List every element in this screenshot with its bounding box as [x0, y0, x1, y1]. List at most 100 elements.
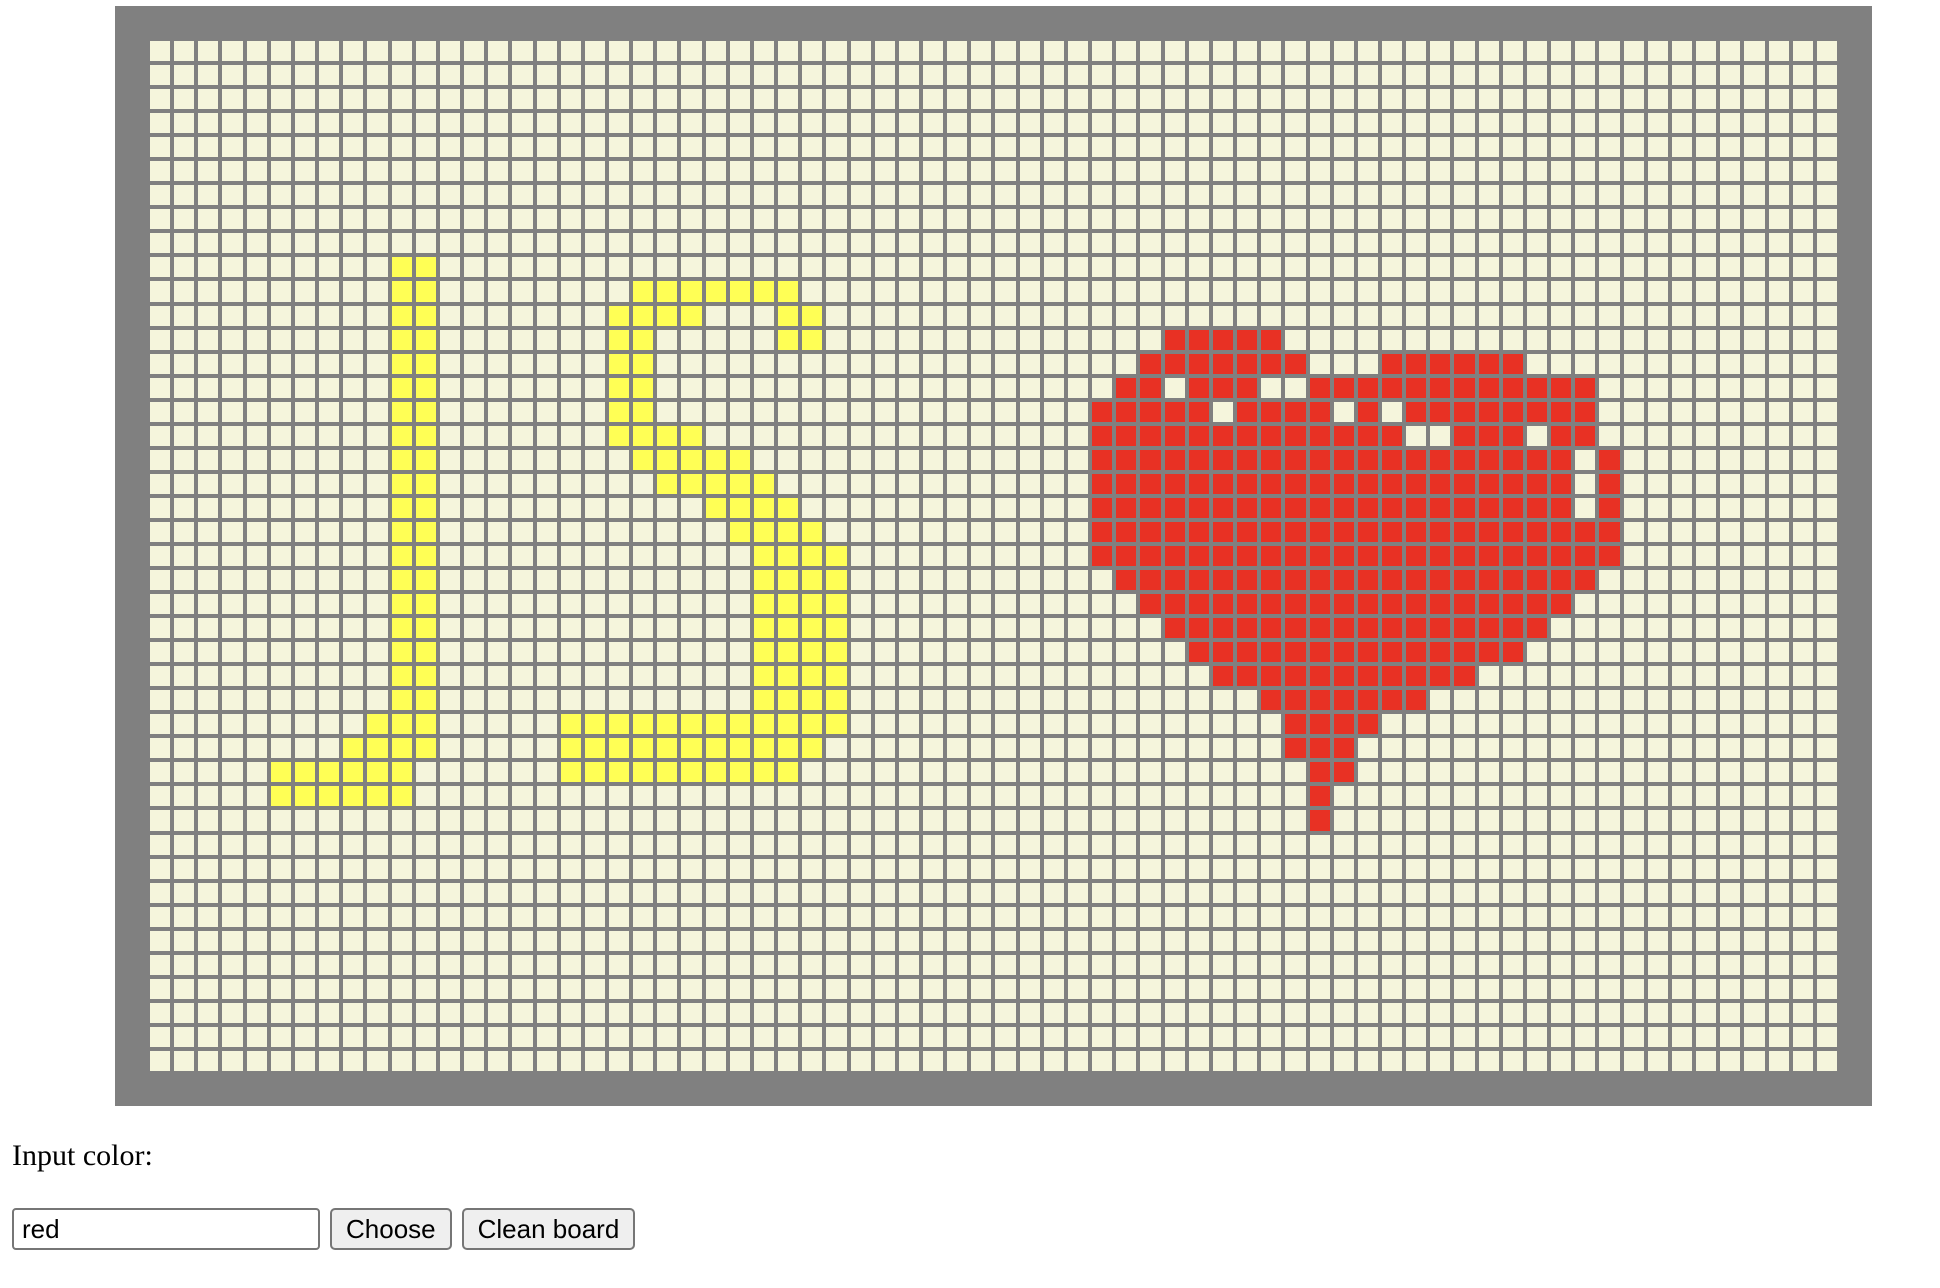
pixel-cell[interactable] — [437, 880, 463, 905]
pixel-cell[interactable] — [148, 592, 173, 617]
pixel-cell[interactable] — [172, 592, 197, 617]
pixel-cell[interactable] — [1259, 543, 1284, 569]
pixel-cell[interactable] — [1549, 135, 1574, 160]
pixel-cell[interactable] — [389, 39, 414, 64]
pixel-cell[interactable] — [1186, 832, 1211, 857]
pixel-cell[interactable] — [679, 447, 704, 472]
pixel-cell[interactable] — [341, 135, 366, 160]
pixel-cell[interactable] — [993, 880, 1018, 905]
pixel-cell[interactable] — [969, 303, 994, 328]
pixel-cell[interactable] — [1452, 688, 1477, 713]
pixel-cell[interactable] — [1186, 1000, 1211, 1025]
pixel-cell[interactable] — [1259, 664, 1284, 689]
pixel-cell[interactable] — [1476, 808, 1501, 833]
pixel-cell[interactable] — [148, 39, 173, 64]
pixel-cell[interactable] — [655, 351, 680, 376]
pixel-cell[interactable] — [703, 255, 728, 280]
pixel-cell[interactable] — [1041, 399, 1066, 424]
pixel-cell[interactable] — [341, 447, 366, 472]
pixel-cell[interactable] — [945, 760, 970, 785]
pixel-cell[interactable] — [1549, 880, 1574, 905]
pixel-cell[interactable] — [172, 519, 197, 544]
pixel-cell[interactable] — [389, 904, 414, 929]
pixel-cell[interactable] — [1524, 39, 1550, 64]
pixel-cell[interactable] — [172, 664, 197, 689]
pixel-cell[interactable] — [486, 231, 511, 256]
pixel-cell[interactable] — [896, 207, 922, 232]
pixel-cell[interactable] — [1573, 519, 1598, 544]
pixel-cell[interactable] — [1790, 688, 1815, 713]
pixel-cell[interactable] — [317, 279, 342, 304]
pixel-cell[interactable] — [655, 904, 680, 929]
pixel-cell[interactable] — [969, 880, 994, 905]
pixel-cell[interactable] — [606, 471, 632, 496]
pixel-cell[interactable] — [848, 928, 873, 953]
pixel-cell[interactable] — [1210, 568, 1236, 593]
pixel-cell[interactable] — [751, 447, 777, 472]
pixel-cell[interactable] — [1235, 880, 1260, 905]
pixel-cell[interactable] — [1235, 1000, 1260, 1025]
pixel-cell[interactable] — [462, 495, 487, 520]
pixel-cell[interactable] — [969, 255, 994, 280]
pixel-cell[interactable] — [1790, 976, 1815, 1001]
pixel-cell[interactable] — [244, 495, 269, 520]
pixel-cell[interactable] — [268, 952, 293, 977]
pixel-cell[interactable] — [679, 255, 704, 280]
pixel-cell[interactable] — [558, 279, 583, 304]
pixel-cell[interactable] — [993, 423, 1018, 448]
pixel-cell[interactable] — [1645, 880, 1670, 905]
pixel-cell[interactable] — [1669, 255, 1695, 280]
pixel-cell[interactable] — [1162, 303, 1187, 328]
pixel-cell[interactable] — [1114, 231, 1139, 256]
pixel-cell[interactable] — [534, 135, 559, 160]
pixel-cell[interactable] — [945, 255, 970, 280]
pixel-cell[interactable] — [1355, 832, 1380, 857]
pixel-cell[interactable] — [1090, 976, 1115, 1001]
pixel-cell[interactable] — [1524, 592, 1550, 617]
pixel-cell[interactable] — [534, 808, 559, 833]
pixel-cell[interactable] — [969, 856, 994, 881]
pixel-cell[interactable] — [413, 39, 438, 64]
pixel-cell[interactable] — [1766, 159, 1791, 184]
pixel-cell[interactable] — [1404, 712, 1429, 737]
pixel-cell[interactable] — [824, 495, 849, 520]
pixel-cell[interactable] — [1573, 640, 1598, 665]
pixel-cell[interactable] — [1065, 183, 1091, 208]
pixel-cell[interactable] — [1524, 856, 1550, 881]
pixel-cell[interactable] — [172, 976, 197, 1001]
pixel-cell[interactable] — [292, 784, 318, 809]
pixel-cell[interactable] — [172, 1000, 197, 1025]
pixel-cell[interactable] — [582, 423, 607, 448]
pixel-cell[interactable] — [1694, 183, 1719, 208]
pixel-cell[interactable] — [703, 664, 728, 689]
pixel-cell[interactable] — [558, 616, 583, 641]
pixel-cell[interactable] — [1210, 111, 1236, 136]
pixel-cell[interactable] — [534, 399, 559, 424]
pixel-cell[interactable] — [800, 640, 825, 665]
pixel-cell[interactable] — [800, 880, 825, 905]
pixel-cell[interactable] — [896, 423, 922, 448]
pixel-cell[interactable] — [1742, 928, 1767, 953]
pixel-cell[interactable] — [534, 568, 559, 593]
pixel-cell[interactable] — [1597, 423, 1622, 448]
pixel-cell[interactable] — [413, 111, 438, 136]
pixel-cell[interactable] — [292, 543, 318, 569]
pixel-cell[interactable] — [1814, 1000, 1839, 1025]
pixel-cell[interactable] — [148, 832, 173, 857]
pixel-cell[interactable] — [848, 471, 873, 496]
pixel-cell[interactable] — [921, 255, 946, 280]
pixel-cell[interactable] — [945, 712, 970, 737]
pixel-cell[interactable] — [437, 784, 463, 809]
pixel-cell[interactable] — [1307, 519, 1332, 544]
pixel-cell[interactable] — [945, 664, 970, 689]
pixel-cell[interactable] — [921, 880, 946, 905]
pixel-cell[interactable] — [148, 1048, 173, 1073]
pixel-cell[interactable] — [244, 832, 269, 857]
pixel-cell[interactable] — [969, 231, 994, 256]
pixel-cell[interactable] — [1742, 688, 1767, 713]
pixel-cell[interactable] — [1645, 519, 1670, 544]
pixel-cell[interactable] — [1694, 592, 1719, 617]
pixel-cell[interactable] — [365, 832, 390, 857]
pixel-cell[interactable] — [1500, 63, 1525, 88]
pixel-cell[interactable] — [945, 399, 970, 424]
